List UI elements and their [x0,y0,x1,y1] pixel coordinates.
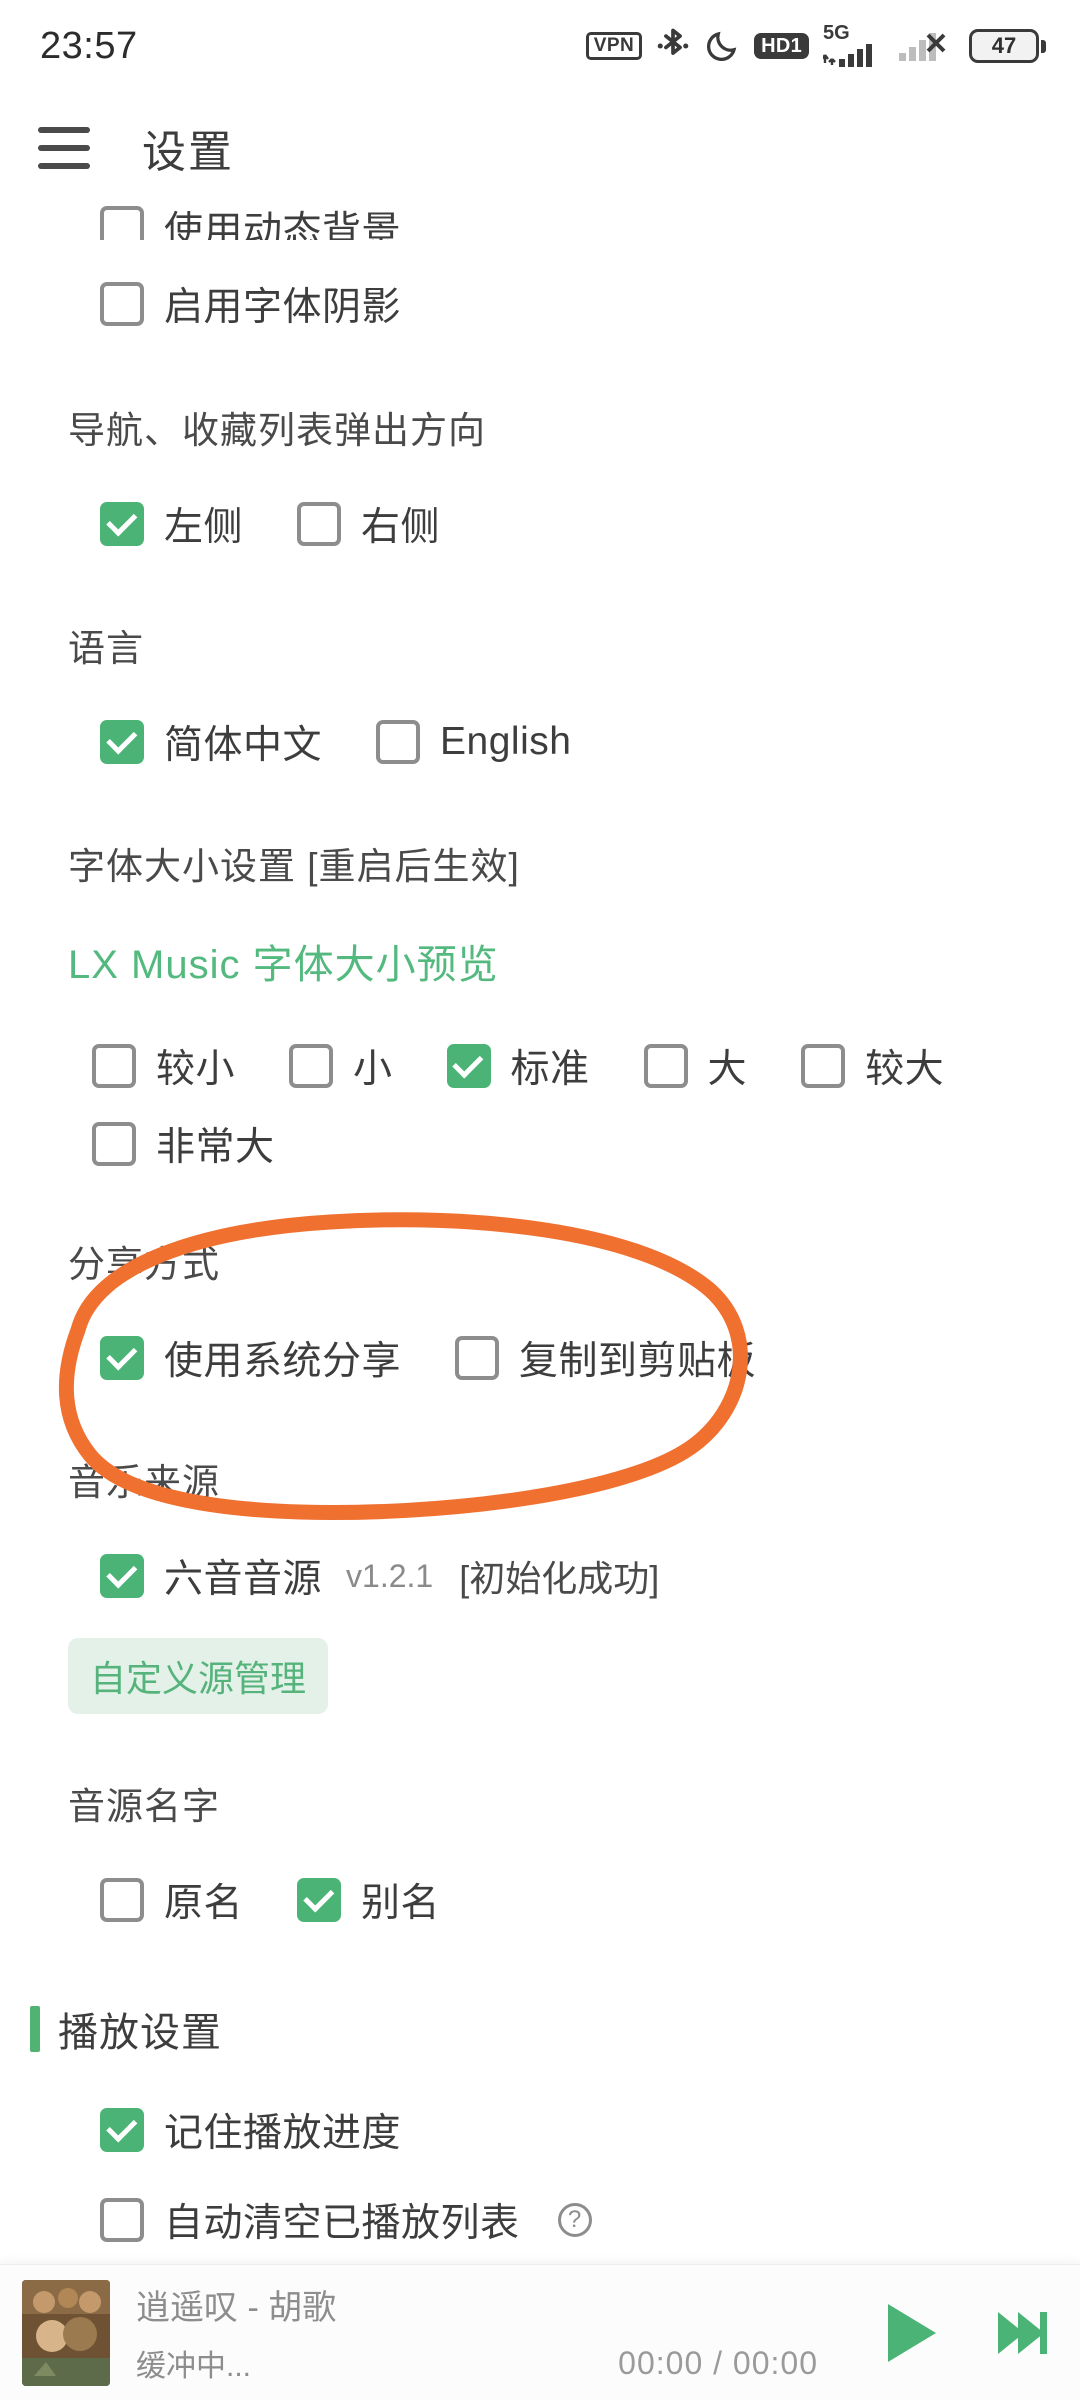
checkbox-source-name-alias[interactable] [297,1878,342,1922]
label-popup-right: 右侧 [361,506,441,549]
checkbox-font-shadow[interactable] [100,282,144,326]
checkbox-dynamic-background[interactable] [100,206,144,240]
group-title-source-name: 音源名字 [68,1786,220,1827]
label-language-zh: 简体中文 [164,724,323,767]
group-title-share-method: 分享方式 [68,1244,220,1285]
checkbox-share-system[interactable] [100,1336,144,1380]
label-font-size-xxl: 非常大 [156,1126,275,1169]
setting-row-remember-progress[interactable]: 记住播放进度 [0,2102,1080,2158]
checkbox-language-en[interactable] [376,720,421,764]
label-font-size-s: 小 [353,1048,393,1091]
section-accent-bar [30,2006,40,2052]
app-bar: 设置 [0,92,1080,204]
status-bar-icons: VPN HD1 5G 47 [585,23,1046,69]
play-button[interactable] [878,2298,942,2368]
mini-player-bar[interactable]: 逍遥叹 - 胡歌 缓冲中... 00:00 / 00:00 [0,2264,1080,2400]
setting-row-share-method[interactable]: 使用系统分享 复制到剪贴板 [0,1330,1080,1386]
checkbox-popup-right[interactable] [297,502,342,546]
label-font-size-xl: 较大 [865,1048,945,1091]
label-font-size-xs: 较小 [156,1048,236,1091]
label-source-name-alias: 别名 [361,1882,441,1925]
status-bar-clock: 23:57 [40,24,138,67]
checkbox-font-size-l[interactable] [643,1044,688,1088]
help-icon[interactable]: ? [557,2203,592,2237]
moon-icon [704,27,740,65]
checkbox-font-size-xl[interactable] [801,1044,846,1088]
setting-row-auto-clear-list[interactable]: 自动清空已播放列表 ? [0,2192,1080,2248]
bluetooth-icon [656,26,690,66]
label-popup-left: 左侧 [164,506,244,549]
checkbox-font-size-normal[interactable] [446,1044,491,1088]
status-bar: 23:57 VPN HD1 5G 47 [0,0,1080,92]
checkbox-source-name-original[interactable] [100,1878,144,1922]
player-status: 缓冲中... [136,2350,252,2383]
battery-icon: 47 [969,29,1046,63]
label-remember-progress: 记住播放进度 [164,2112,402,2155]
label-music-source-liuyin: 六音音源 [164,1558,323,1601]
battery-tip [1041,39,1046,53]
setting-row-source-name[interactable]: 原名 别名 [0,1872,1080,1928]
vpn-icon: VPN [585,32,643,60]
setting-row-font-size-2[interactable]: 非常大 [0,1116,1080,1172]
label-music-source-version: v1.2.1 [346,1557,434,1594]
group-title-font-size: 字体大小设置 [重启后生效] [68,846,520,887]
page-title: 设置 [142,128,234,177]
checkbox-share-clipboard[interactable] [455,1336,500,1380]
label-language-en: English [440,720,572,763]
label-source-name-original: 原名 [164,1882,244,1925]
checkbox-popup-left[interactable] [100,502,144,546]
next-track-button[interactable] [990,2302,1052,2364]
custom-source-manage-button[interactable]: 自定义源管理 [68,1638,329,1714]
label-font-size-normal: 标准 [510,1048,590,1091]
group-title-language: 语言 [68,628,144,669]
label-share-system: 使用系统分享 [164,1340,402,1383]
label-font-size-l: 大 [707,1048,748,1091]
player-time: 00:00 / 00:00 [618,2344,818,2381]
signal-no-service-icon [897,27,955,65]
signal-bars-icon: 5G [823,23,883,69]
group-title-music-source: 音乐来源 [68,1462,220,1503]
label-music-source-status: [初始化成功] [459,1558,660,1599]
hamburger-menu-icon[interactable] [38,127,90,169]
album-art[interactable] [22,2279,110,2386]
player-track-title: 逍遥叹 - 胡歌 [136,2289,337,2327]
label-dynamic-background: 使用动态背景 [164,210,402,240]
player-info: 逍遥叹 - 胡歌 缓冲中... 00:00 / 00:00 [136,2280,852,2385]
checkbox-auto-clear-list[interactable] [100,2198,144,2242]
battery-level: 47 [969,29,1039,63]
setting-row-dynamic-background[interactable]: 使用动态背景 [0,200,1080,240]
settings-scroll-area[interactable]: 使用动态背景 启用字体阴影 导航、收藏列表弹出方向 左侧 右侧 语言 简体中文 … [0,200,1080,2264]
checkbox-font-size-xxl[interactable] [92,1122,136,1166]
checkbox-music-source-liuyin[interactable] [100,1554,144,1598]
label-font-shadow: 启用字体阴影 [164,286,402,329]
section-title-playback: 播放设置 [58,2011,222,2055]
hd1-icon: HD1 [754,33,809,59]
setting-row-popup-direction[interactable]: 左侧 右侧 [0,496,1080,552]
checkbox-font-size-xs[interactable] [92,1044,136,1088]
setting-row-font-shadow[interactable]: 启用字体阴影 [0,276,1080,332]
setting-row-language[interactable]: 简体中文 English [0,714,1080,770]
font-size-preview-text: LX Music 字体大小预览 [68,943,499,987]
section-header-playback: 播放设置 [0,2000,1080,2058]
group-title-popup-direction: 导航、收藏列表弹出方向 [68,410,486,451]
label-auto-clear-list: 自动清空已播放列表 [164,2202,520,2245]
setting-row-music-source[interactable]: 六音音源 v1.2.1 [初始化成功] [0,1548,1080,1604]
setting-row-font-size-1[interactable]: 较小 小 标准 大 较大 [0,1038,1080,1094]
checkbox-remember-progress[interactable] [100,2108,144,2152]
checkbox-font-size-s[interactable] [289,1044,334,1088]
checkbox-language-zh[interactable] [100,720,144,764]
label-share-clipboard: 复制到剪贴板 [519,1340,757,1383]
player-status-row: 缓冲中... 00:00 / 00:00 [136,2341,852,2385]
